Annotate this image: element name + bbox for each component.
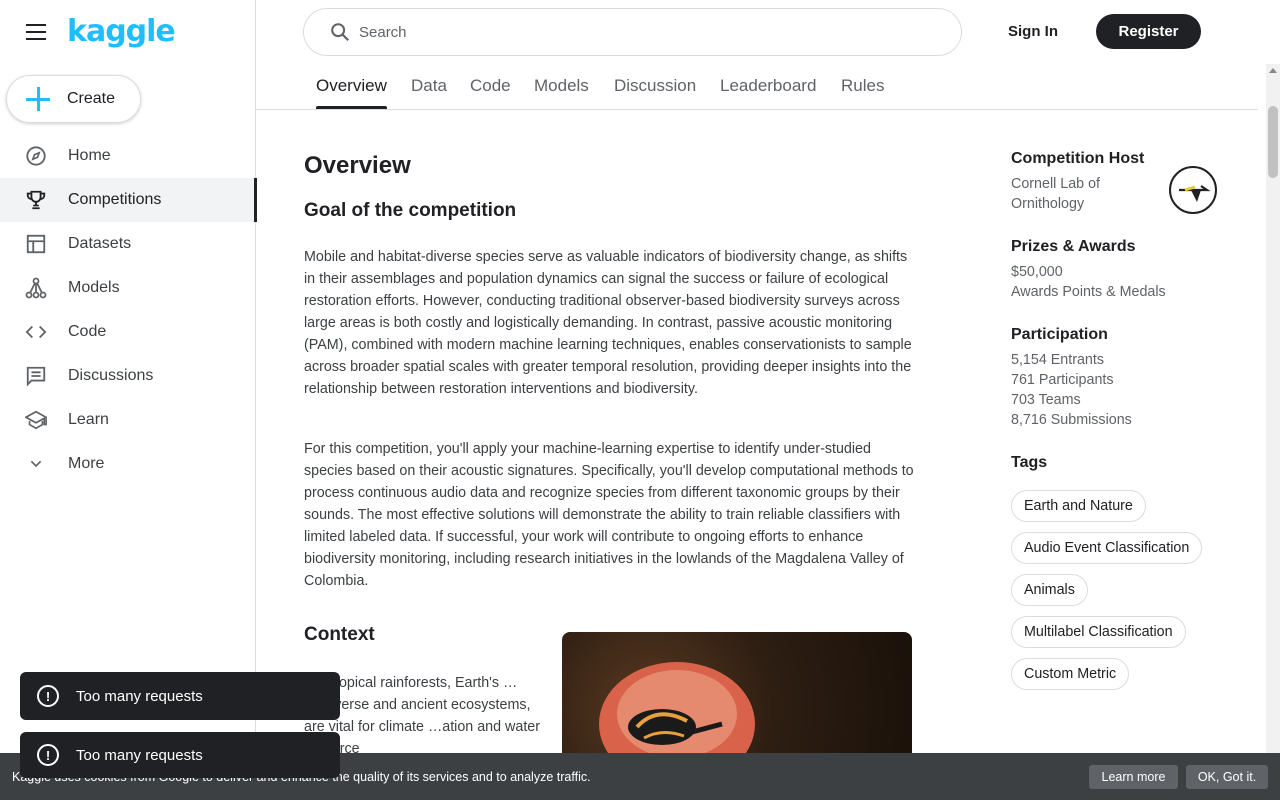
prize-amount: $50,000 <box>1011 264 1063 280</box>
search-icon <box>329 21 351 43</box>
search-input[interactable] <box>359 23 919 41</box>
goal-paragraph: Mobile and habitat-diverse species serve… <box>304 249 912 397</box>
host-logo-icon[interactable] <box>1169 166 1217 214</box>
trophy-icon <box>24 188 48 212</box>
sidebar-nav: Home Competitions Datasets Models Code D… <box>0 134 257 486</box>
compass-icon <box>24 144 48 168</box>
table-icon <box>24 232 48 256</box>
host-name[interactable]: Cornell Lab of Ornithology <box>1011 174 1131 214</box>
sidebar-item-label: Competitions <box>68 191 162 208</box>
sidebar-item-discussions[interactable]: Discussions <box>0 354 256 398</box>
tab-data[interactable]: Data <box>411 76 447 96</box>
school-icon <box>24 408 48 432</box>
sidebar-item-code[interactable]: Code <box>0 310 256 354</box>
scrollbar-thumb[interactable] <box>1268 106 1278 178</box>
menu-icon[interactable] <box>26 24 46 40</box>
alert-icon: ! <box>37 744 59 766</box>
learn-more-button[interactable]: Learn more <box>1089 765 1178 789</box>
tab-leaderboard[interactable]: Leaderboard <box>720 76 816 96</box>
host-heading: Competition Host <box>1011 150 1145 167</box>
tag-chip[interactable]: Multilabel Classification <box>1011 616 1186 648</box>
tab-rules[interactable]: Rules <box>841 76 884 96</box>
sidebar-item-label: More <box>68 455 105 472</box>
sign-in-button[interactable]: Sign In <box>996 14 1070 48</box>
tag-chip[interactable]: Animals <box>1011 574 1088 606</box>
plus-icon <box>26 87 50 111</box>
tab-models[interactable]: Models <box>534 76 589 96</box>
tab-discussion[interactable]: Discussion <box>614 76 696 96</box>
sidebar-item-competitions[interactable]: Competitions <box>0 178 257 222</box>
sidebar-item-models[interactable]: Models <box>0 266 256 310</box>
frog-photo <box>562 632 912 772</box>
error-toast[interactable]: ! Too many requests <box>20 732 340 778</box>
create-label: Create <box>67 90 116 107</box>
kaggle-logo[interactable]: kaggle <box>67 14 176 49</box>
entrants-count: 5,154 Entrants <box>1011 352 1104 368</box>
sidebar-item-label: Learn <box>68 411 109 428</box>
sidebar-item-datasets[interactable]: Datasets <box>0 222 256 266</box>
alert-icon: ! <box>37 685 59 707</box>
sidebar-item-label: Home <box>68 147 111 164</box>
tab-overview[interactable]: Overview <box>316 76 387 109</box>
error-toast[interactable]: ! Too many requests <box>20 672 340 720</box>
goal-heading: Goal of the competition <box>304 200 517 221</box>
participants-count: 761 Participants <box>1011 372 1114 388</box>
sidebar-item-label: Datasets <box>68 235 132 252</box>
cookie-ok-button[interactable]: OK, Got it. <box>1186 765 1268 789</box>
discussion-icon <box>24 364 48 388</box>
participation-heading: Participation <box>1011 326 1108 343</box>
register-button[interactable]: Register <box>1096 14 1201 49</box>
goal-paragraph: For this competition, you'll apply your … <box>304 441 914 589</box>
sidebar-item-label: Code <box>68 323 107 340</box>
scrollbar[interactable] <box>1266 64 1280 753</box>
sidebar-item-home[interactable]: Home <box>0 134 256 178</box>
scroll-up-arrow-icon[interactable] <box>1269 68 1277 73</box>
toast-message: Too many requests <box>76 746 203 764</box>
context-heading: Context <box>304 624 375 645</box>
tag-chip[interactable]: Earth and Nature <box>1011 490 1146 522</box>
toast-message: Too many requests <box>76 687 203 705</box>
sidebar-item-label: Discussions <box>68 367 154 384</box>
chevron-down-icon <box>24 452 48 476</box>
create-button[interactable]: Create <box>6 75 141 123</box>
submissions-count: 8,716 Submissions <box>1011 412 1132 428</box>
sidebar-item-label: Models <box>68 279 120 296</box>
models-icon <box>24 276 48 300</box>
context-paragraph: …d tropical rainforests, Earth's …biodiv… <box>304 675 541 757</box>
sidebar-item-more[interactable]: More <box>0 442 256 486</box>
tag-chip[interactable]: Audio Event Classification <box>1011 532 1203 564</box>
prize-extra: Awards Points & Medals <box>1011 284 1166 300</box>
teams-count: 703 Teams <box>1011 392 1081 408</box>
tab-code[interactable]: Code <box>470 76 511 96</box>
tags-heading: Tags <box>1011 454 1048 471</box>
prizes-heading: Prizes & Awards <box>1011 238 1136 255</box>
page-title: Overview <box>304 152 411 179</box>
code-icon <box>24 320 48 344</box>
sidebar-item-learn[interactable]: Learn <box>0 398 256 442</box>
search-bar[interactable] <box>303 8 962 56</box>
competition-tabs: Overview Data Code Models Discussion Lea… <box>256 64 1258 110</box>
tag-chip[interactable]: Custom Metric <box>1011 658 1130 690</box>
